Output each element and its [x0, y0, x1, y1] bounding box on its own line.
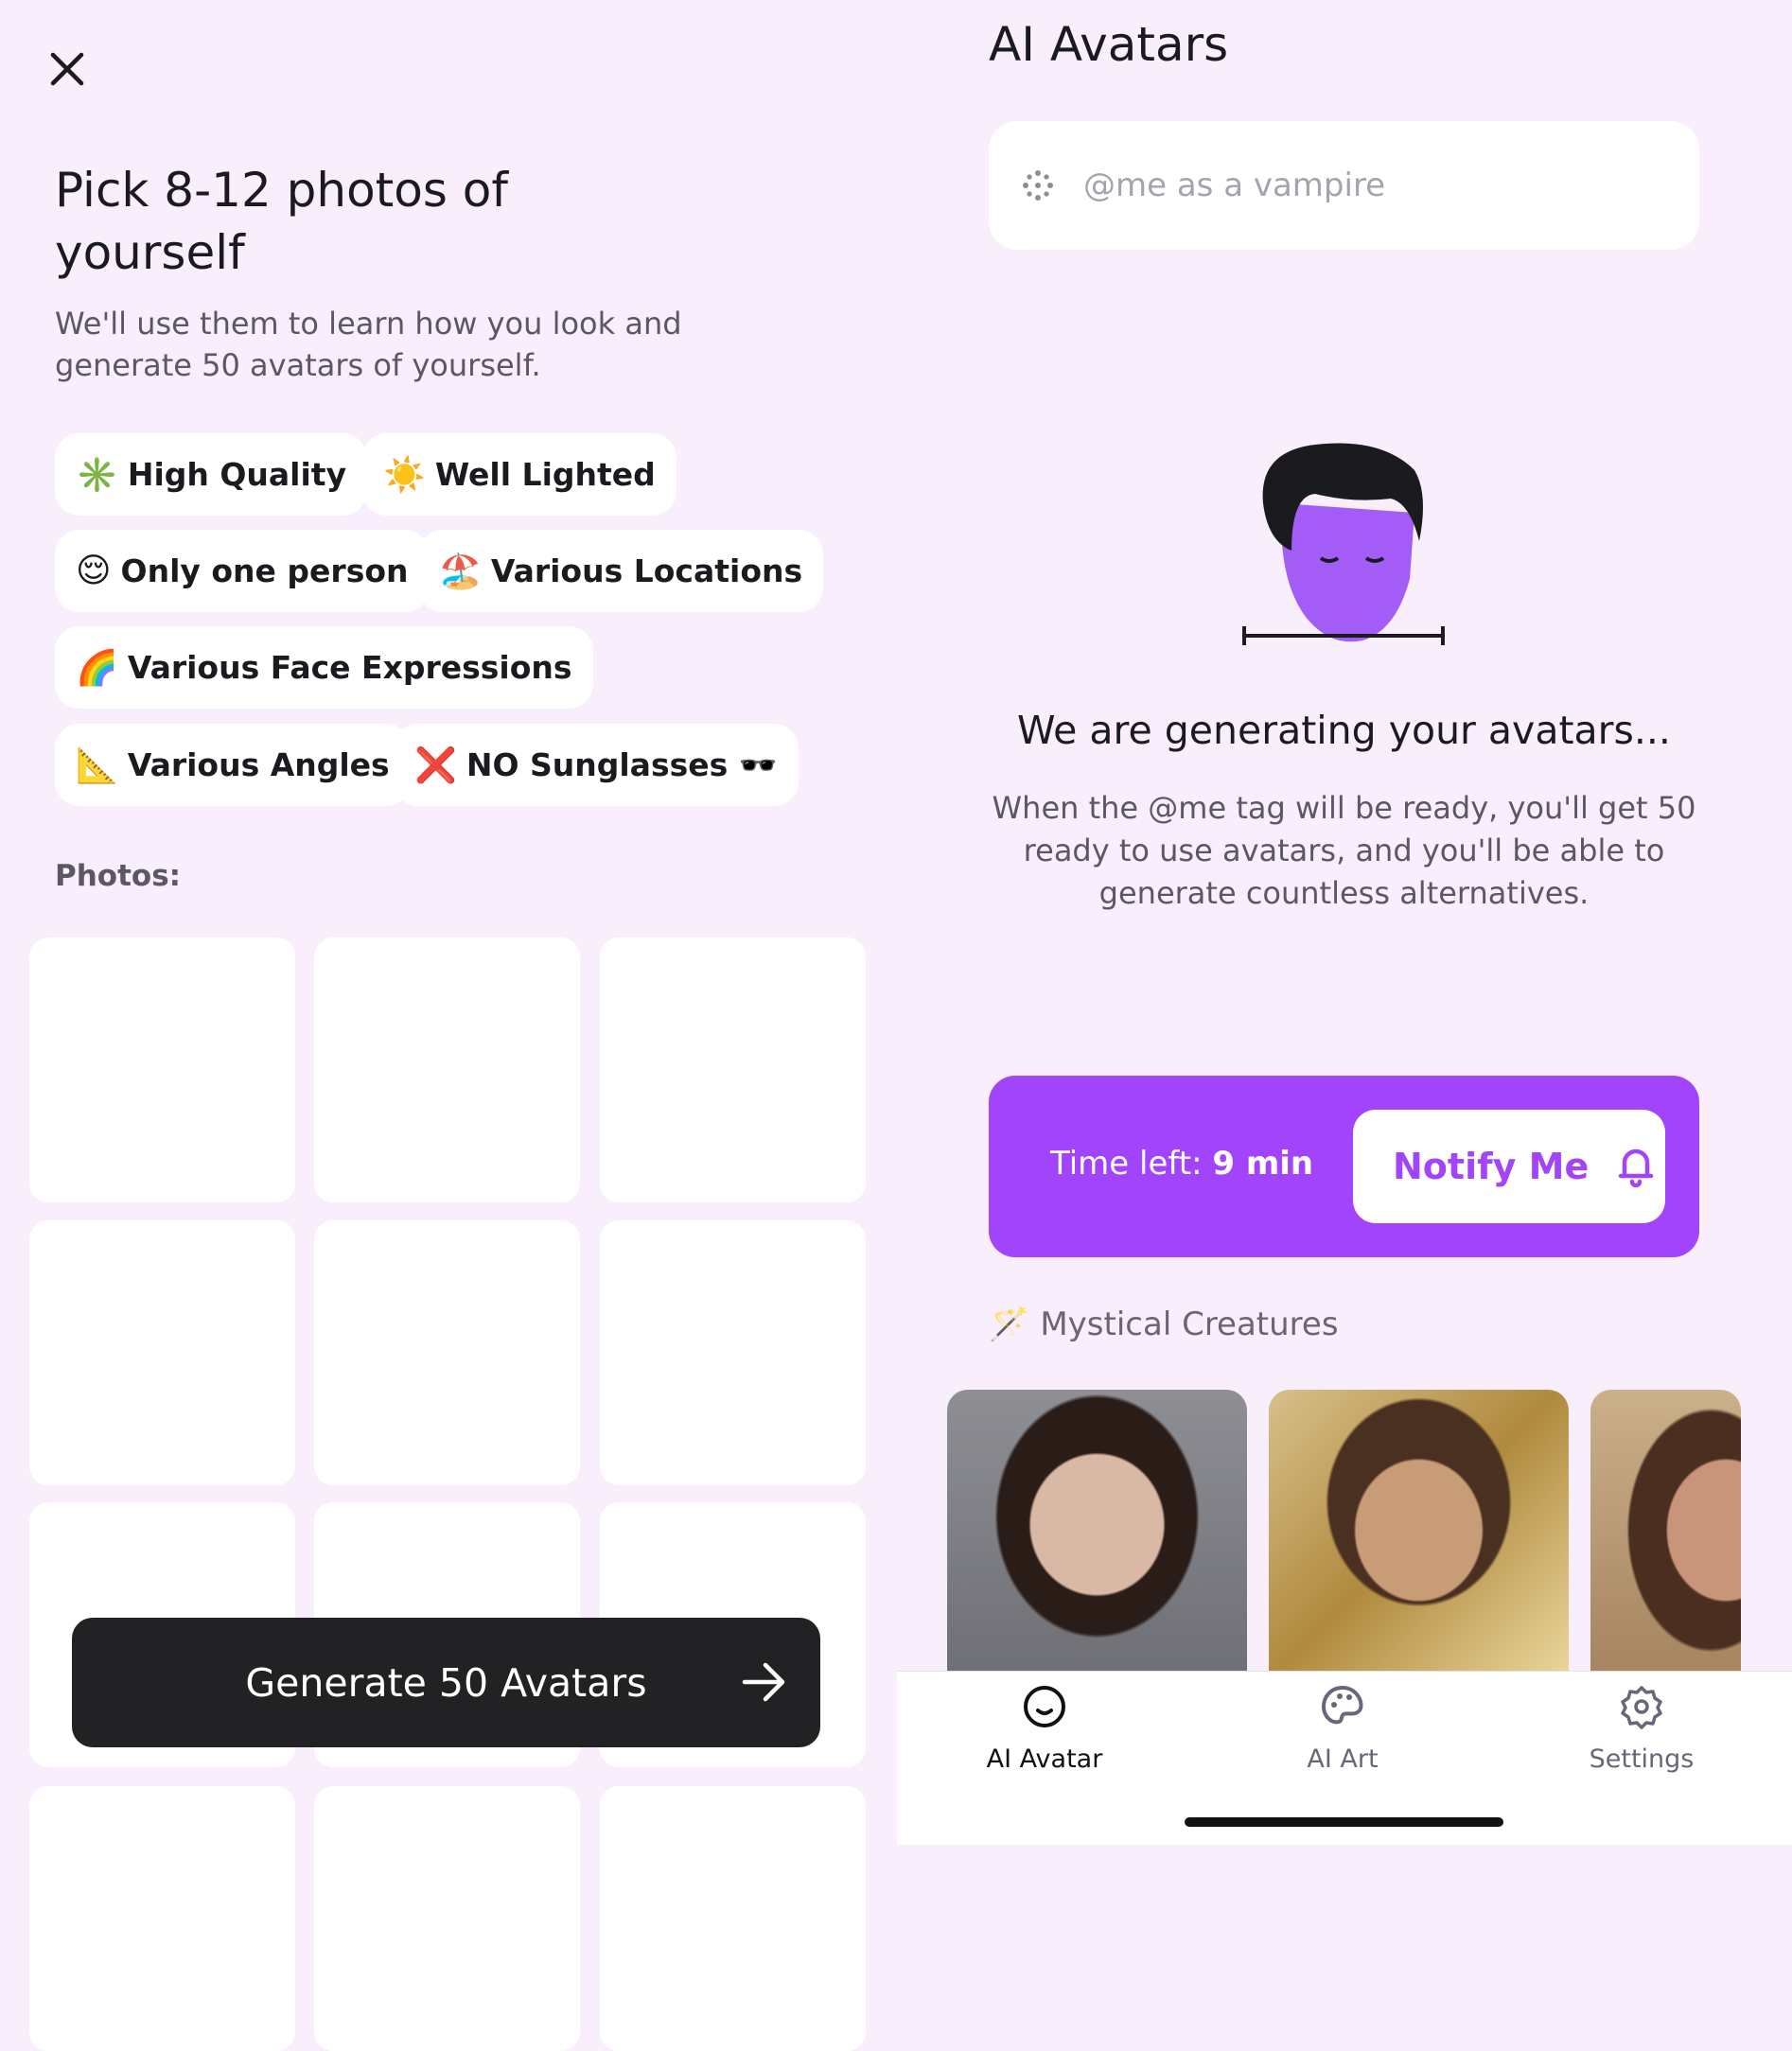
sparkle-icon: ✳️ — [76, 455, 118, 495]
sparkle-loader-icon — [1023, 170, 1053, 201]
chip-well-lighted: ☀️ Well Lighted — [362, 433, 676, 516]
photo-slot[interactable] — [314, 1786, 580, 2051]
photo-slot[interactable] — [29, 938, 295, 1202]
chip-face-expressions: 🌈 Various Face Expressions — [55, 626, 593, 709]
page-title: Pick 8-12 photos of yourself — [55, 163, 509, 280]
chip-high-quality: ✳️ High Quality — [55, 433, 368, 516]
section-title: Mystical Creatures — [1040, 1306, 1339, 1343]
sun-icon: ☀️ — [383, 455, 426, 495]
tab-settings[interactable]: Settings — [1528, 1684, 1755, 1774]
generating-description: When the @me tag will be ready, you'll g… — [992, 790, 1696, 911]
close-icon[interactable] — [45, 47, 89, 91]
triangle-ruler-icon: 📐 — [76, 745, 118, 785]
prompt-input[interactable] — [1083, 167, 1651, 204]
photo-slot[interactable] — [314, 938, 580, 1202]
gear-icon — [1621, 1686, 1662, 1729]
photo-slot[interactable] — [314, 1220, 580, 1485]
photo-slot[interactable] — [29, 1220, 295, 1485]
magic-wand-icon: 🪄 — [989, 1306, 1029, 1343]
cross-mark-icon: ❌ — [414, 745, 457, 785]
generate-label: Generate 50 Avatars — [245, 1659, 647, 1706]
section-header: 🪄 Mystical Creatures — [989, 1306, 1339, 1343]
chip-label: Various Face Expressions — [127, 649, 572, 686]
tab-label: AI Avatar — [986, 1744, 1103, 1774]
app-title: AI Avatars — [989, 17, 1229, 72]
chip-label: Various Locations — [490, 552, 803, 589]
notify-label: Notify Me — [1393, 1146, 1590, 1187]
chip-various-angles: 📐 Various Angles — [55, 724, 411, 806]
chip-one-person: 😌 Only one person — [55, 530, 430, 612]
palette-icon — [1321, 1685, 1363, 1725]
tab-ai-avatar[interactable]: AI Avatar — [931, 1684, 1158, 1774]
photos-label: Photos: — [55, 859, 182, 893]
rainbow-icon: 🌈 — [76, 648, 118, 688]
prompt-search-box[interactable] — [989, 121, 1699, 250]
photo-slot[interactable] — [29, 1786, 295, 2051]
avatar-image[interactable] — [1590, 1390, 1741, 1671]
beach-icon: 🏖️ — [439, 552, 482, 591]
notify-me-button[interactable]: Notify Me — [1353, 1110, 1665, 1223]
bell-icon — [1618, 1148, 1654, 1187]
chip-no-sunglasses: ❌ NO Sunglasses 🕶️ — [394, 724, 799, 806]
tab-label: Settings — [1589, 1744, 1695, 1774]
photo-slot[interactable] — [600, 1786, 866, 2051]
time-left-label: Time left: — [1050, 1145, 1203, 1183]
avatar-image[interactable] — [1269, 1390, 1569, 1671]
relieved-face-icon: 😌 — [76, 552, 112, 590]
chip-label: Various Angles — [127, 746, 390, 783]
generating-title: We are generating your avatars... — [1017, 708, 1671, 753]
page-subtitle: We'll use them to learn how you look and… — [55, 306, 682, 383]
generate-avatars-button[interactable]: Generate 50 Avatars — [72, 1618, 820, 1747]
tab-ai-art[interactable]: AI Art — [1229, 1684, 1456, 1774]
time-left: Time left: 9 min — [1050, 1145, 1313, 1183]
avatar-image[interactable] — [947, 1390, 1247, 1671]
chip-label: High Quality — [127, 456, 347, 493]
chip-various-locations: 🏖️ Various Locations — [418, 530, 824, 612]
head-illustration — [1242, 443, 1445, 645]
home-indicator — [1185, 1817, 1503, 1827]
smile-icon — [1024, 1686, 1065, 1727]
chip-label: Well Lighted — [434, 456, 656, 493]
chip-label: Only one person — [120, 552, 409, 589]
time-left-value: 9 min — [1212, 1145, 1314, 1183]
photo-slot[interactable] — [600, 1220, 866, 1485]
photo-slot[interactable] — [600, 938, 866, 1202]
tab-label: AI Art — [1307, 1744, 1379, 1774]
chip-label: NO Sunglasses 🕶️ — [466, 745, 778, 783]
arrow-right-icon — [742, 1662, 785, 1702]
